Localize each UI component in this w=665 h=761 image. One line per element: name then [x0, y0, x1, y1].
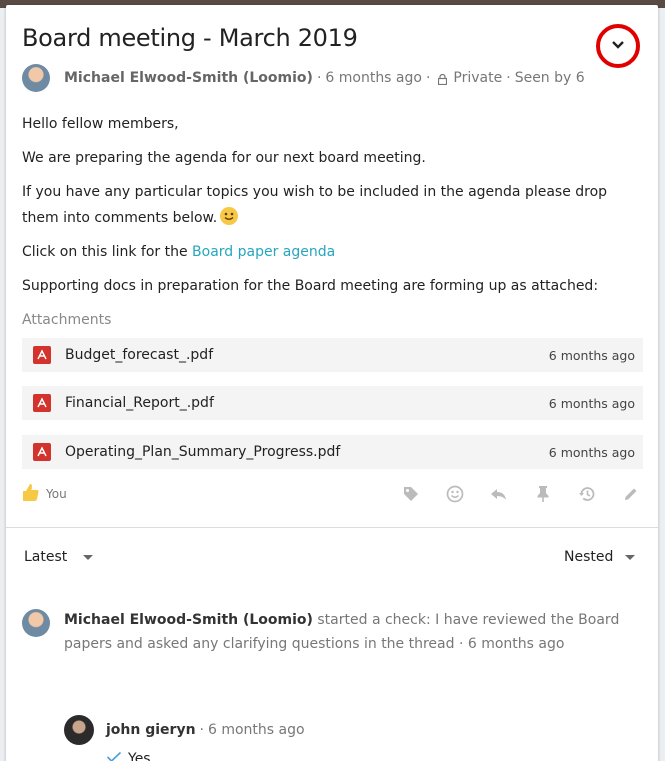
reply-icon[interactable] [487, 483, 511, 505]
attachment-age: 6 months ago [548, 395, 635, 411]
thread-body: Hello fellow members, We are preparing t… [22, 111, 632, 307]
sort-label: Latest [24, 549, 68, 565]
pdf-icon [33, 394, 51, 412]
attachment-name: Operating_Plan_Summary_Progress.pdf [65, 444, 341, 460]
pdf-icon [33, 346, 51, 364]
seen-by[interactable]: Seen by 6 [515, 70, 585, 86]
edit-icon[interactable] [619, 483, 643, 505]
pdf-icon [33, 443, 51, 461]
attachment-name: Budget_forecast_.pdf [65, 347, 214, 363]
nesting-dropdown[interactable]: Nested [564, 549, 636, 565]
body-text: Click on this link for the [22, 244, 193, 260]
body-text: If you have any particular topics you wi… [22, 184, 608, 226]
avatar[interactable] [22, 609, 50, 637]
attachment-age: 6 months ago [548, 444, 635, 460]
attachment-name: Financial_Report_.pdf [65, 395, 214, 411]
avatar[interactable] [22, 64, 50, 92]
thread-age[interactable]: 6 months ago [325, 70, 422, 86]
sort-dropdown[interactable]: Latest [24, 549, 94, 565]
thumbs-up-icon[interactable] [22, 482, 40, 507]
vote-value: Yes [128, 751, 151, 761]
separator: · [199, 722, 204, 738]
thread-card: Board meeting - March 2019 Michael Elwoo… [6, 5, 658, 761]
smile-emoji-icon [220, 207, 239, 225]
emoji-icon[interactable] [443, 483, 467, 505]
separator: · [316, 70, 322, 86]
action-icons [399, 483, 643, 505]
thread-title: Board meeting - March 2019 [22, 24, 358, 52]
thread-actions: You [22, 483, 643, 505]
body-paragraph: If you have any particular topics you wi… [22, 179, 632, 231]
attachment-item[interactable]: Financial_Report_.pdf 6 months ago [22, 386, 643, 420]
chevron-down-icon [611, 37, 625, 55]
dropdown-arrow-icon [83, 554, 94, 560]
event-text: Michael Elwood-Smith (Loomio) started a … [64, 608, 632, 656]
vote-row: Yes [106, 751, 624, 761]
avatar[interactable] [64, 715, 94, 745]
lock-icon [438, 73, 448, 86]
board-paper-agenda-link[interactable]: Board paper agenda [192, 244, 335, 260]
thread-meta: Michael Elwood-Smith (Loomio) · 6 months… [22, 64, 585, 92]
body-paragraph: Hello fellow members, [22, 116, 179, 132]
tag-icon[interactable] [399, 483, 423, 505]
attachment-item[interactable]: Operating_Plan_Summary_Progress.pdf 6 mo… [22, 435, 643, 469]
reply-age[interactable]: 6 months ago [208, 722, 305, 738]
body-paragraph: Click on this link for the Board paper a… [22, 239, 632, 265]
nesting-label: Nested [564, 549, 614, 565]
dropdown-arrow-icon [625, 554, 636, 560]
separator: · [425, 70, 431, 86]
divider [6, 527, 658, 528]
event-author[interactable]: Michael Elwood-Smith (Loomio) [64, 612, 313, 628]
reaction-you[interactable]: You [46, 487, 67, 501]
attachment-item[interactable]: Budget_forecast_.pdf 6 months ago [22, 338, 643, 372]
separator: · [506, 70, 511, 86]
activity-event: Michael Elwood-Smith (Loomio) started a … [22, 608, 632, 656]
reply-author[interactable]: john gieryn [106, 722, 196, 738]
history-icon[interactable] [575, 483, 599, 505]
stance-reply: john gieryn · 6 months ago Yes [64, 715, 624, 761]
check-icon [106, 751, 122, 761]
body-paragraph: We are preparing the agenda for our next… [22, 150, 426, 166]
thread-options-button[interactable] [596, 24, 640, 68]
pin-icon[interactable] [531, 483, 555, 505]
author-link[interactable]: Michael Elwood-Smith (Loomio) [64, 70, 313, 86]
reply-header: john gieryn · 6 months ago [64, 715, 624, 745]
privacy-label: Private [453, 70, 503, 86]
body-paragraph: Supporting docs in preparation for the B… [22, 278, 599, 294]
attachment-age: 6 months ago [548, 347, 635, 363]
attachments-heading: Attachments [22, 312, 112, 328]
